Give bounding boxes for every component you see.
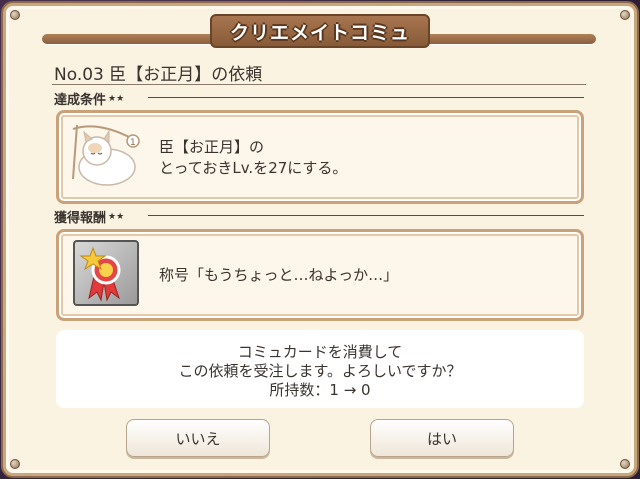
divider [148, 215, 584, 216]
divider [148, 97, 584, 98]
reward-card: 称号「もうちょっと…ねよっか…」 [56, 229, 584, 321]
divider [52, 84, 586, 85]
reward-label: 獲得報酬 [54, 211, 107, 226]
reward-section-label: 獲得報酬 ★★ [54, 207, 124, 226]
confirm-line-3: 所持数：1 → 0 [269, 381, 371, 399]
condition-label: 達成条件 [54, 93, 107, 108]
yes-button[interactable]: はい [370, 419, 514, 457]
condition-line-2: とっておきLv.を27にする。 [159, 159, 348, 177]
condition-section-label: 達成条件 ★★ [54, 89, 124, 108]
confirm-message-box: コミュカードを消費して この依頼を受注します。よろしいですか？ 所持数：1 → … [56, 330, 584, 408]
condition-line-1: 臣【お正月】の [159, 138, 265, 156]
star-icon: ★★ [108, 93, 125, 104]
confirm-line-1: コミュカードを消費して [237, 343, 403, 361]
star-icon: ★★ [108, 211, 125, 222]
dialog-title: クリエメイトコミュ [229, 21, 410, 44]
yes-button-label: はい [426, 429, 457, 448]
corner-rivet-icon [620, 459, 630, 469]
corner-rivet-icon [10, 10, 20, 20]
title-plate: クリエメイトコミュ [210, 14, 430, 48]
corner-rivet-icon [620, 10, 630, 20]
svg-text:1: 1 [130, 138, 136, 148]
confirm-line-2: この依頼を受注します。よろしいですか？ [178, 362, 462, 380]
request-title: No.03 臣【お正月】の依頼 [54, 65, 263, 85]
cat-character-icon: 1 [72, 124, 140, 186]
title-badge-icon [73, 240, 139, 306]
no-button[interactable]: いいえ [126, 419, 270, 457]
reward-text: 称号「もうちょっと…ねよっか…」 [159, 266, 399, 284]
no-button-label: いいえ [175, 429, 221, 448]
condition-card: 1 臣【お正月】の とっておきLv.を27にする。 [56, 110, 584, 204]
corner-rivet-icon [10, 459, 20, 469]
condition-text: 臣【お正月】の とっておきLv.を27にする。 [159, 137, 347, 179]
